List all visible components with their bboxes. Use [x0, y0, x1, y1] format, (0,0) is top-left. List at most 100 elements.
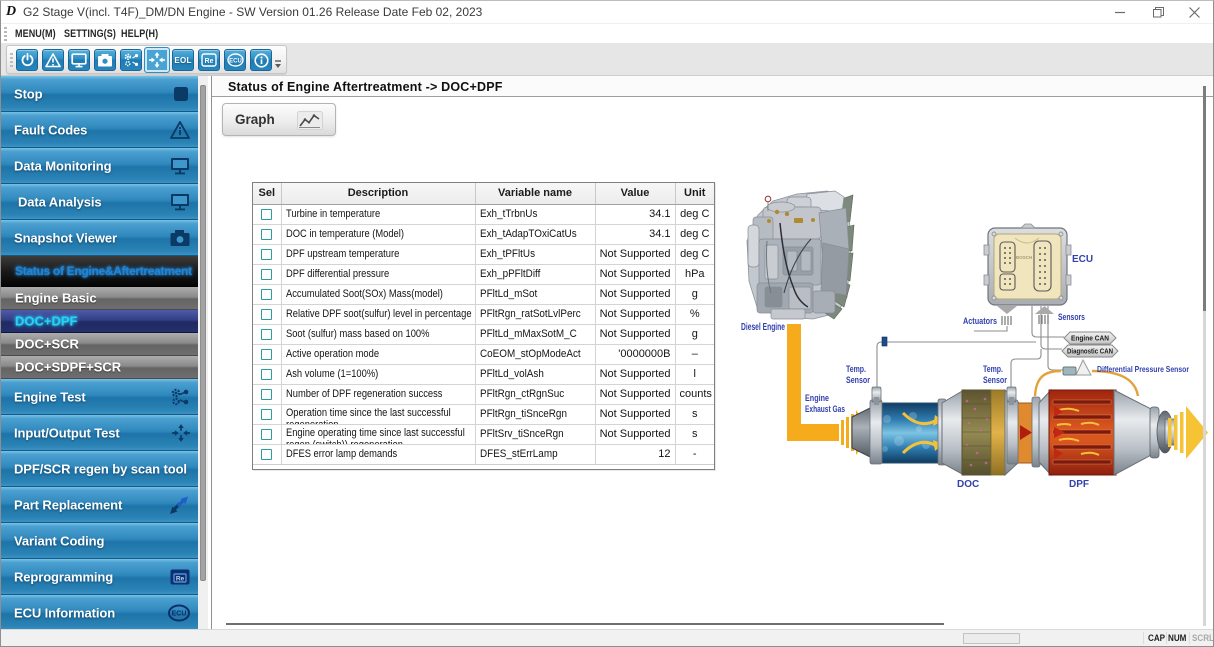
sidebar-item-variant-coding[interactable]: Variant Coding	[1, 523, 198, 559]
sidebar-item-input-output-test[interactable]: Input/Output Test	[1, 415, 198, 451]
content-vscrollbar-thumb[interactable]	[1203, 86, 1206, 311]
sidebar-item-doc-scr[interactable]: DOC+SCR	[1, 333, 198, 356]
sidebar-item-stop[interactable]: Stop	[1, 76, 198, 112]
toolbar-ecu-info-button[interactable]: ECU	[224, 49, 246, 71]
status-scrl-indicator: SCRL	[1192, 633, 1214, 644]
sidebar-group-label: Status of Engine&Aftertreatment	[15, 264, 192, 278]
toolbar-overflow-icon[interactable]	[274, 60, 282, 69]
menu-gripper[interactable]	[4, 27, 7, 41]
cell-unit: –	[675, 344, 714, 364]
sidebar-item-data-monitoring[interactable]: Data Monitoring	[1, 148, 198, 184]
sidebar-scrollbar-thumb[interactable]	[200, 85, 206, 581]
toolbar-info-button[interactable]	[250, 49, 272, 71]
monitor-icon	[169, 156, 191, 176]
cell-unit: s	[675, 424, 714, 444]
sidebar-scrollbar[interactable]	[198, 76, 208, 631]
sidebar-group-status-of-engine[interactable]: Status of Engine&Aftertreatment	[1, 256, 198, 287]
table-row: Ash volume (1=100%) PFltLd_volAsh Not Su…	[253, 364, 714, 384]
sensor-pins	[1039, 315, 1048, 324]
cell-value: '0000000B	[595, 344, 675, 364]
table-row: Engine operating time since last success…	[253, 424, 714, 444]
sidebar-item-data-analysis[interactable]: Data Analysis	[1, 184, 198, 220]
cell-variable: Exh_tPFltUs	[475, 244, 595, 264]
cell-description: DOC in temperature (Model)	[281, 224, 475, 244]
sidebar-item-dpf-scr-regen[interactable]: DPF/SCR regen by scan tool	[1, 451, 198, 487]
cell-variable: PFltSrv_tiSnceRgn	[475, 424, 595, 444]
row-checkbox[interactable]	[261, 289, 272, 300]
content-hscrollbar-thumb[interactable]	[226, 623, 944, 625]
row-checkbox[interactable]	[261, 229, 272, 240]
sidebar-item-engine-basic[interactable]: Engine Basic	[1, 287, 198, 310]
row-checkbox[interactable]	[261, 209, 272, 220]
aftertreatment-diagram: BOSCH	[729, 181, 1214, 501]
warning-triangle-icon	[45, 53, 61, 68]
minimize-button[interactable]	[1103, 1, 1137, 23]
row-checkbox[interactable]	[261, 329, 272, 340]
sidebar-item-snapshot-viewer[interactable]: Snapshot Viewer	[1, 220, 198, 256]
cell-value: Not Supported	[595, 244, 675, 264]
move-arrows-icon	[148, 51, 166, 69]
row-checkbox[interactable]	[261, 269, 272, 280]
table-row: DOC in temperature (Model) Exh_tAdapTOxi…	[253, 224, 714, 244]
temp-sensor-2-label2: Sensor	[983, 375, 1007, 385]
diff-pressure-label: Differential Pressure Sensor	[1097, 364, 1190, 374]
sidebar-item-engine-test[interactable]: Engine Test	[1, 379, 198, 415]
toolbar-io-test-button[interactable]	[144, 47, 170, 73]
toolbar-gripper[interactable]	[10, 53, 13, 68]
menu-item-setting[interactable]: SETTING(S)	[64, 28, 116, 40]
restore-icon	[1153, 7, 1164, 18]
exhaust-gas-label: Engine	[805, 393, 829, 403]
sidebar-item-label: Data Analysis	[18, 194, 101, 209]
sidebar-item-fault-codes[interactable]: Fault Codes	[1, 112, 198, 148]
col-header-value[interactable]: Value	[595, 183, 675, 204]
col-header-sel[interactable]: Sel	[253, 183, 281, 204]
cell-value: Not Supported	[595, 384, 675, 404]
row-checkbox[interactable]	[261, 249, 272, 260]
row-checkbox[interactable]	[261, 449, 272, 460]
reprogram-icon: Re	[169, 568, 191, 586]
svg-text:Re: Re	[205, 58, 214, 65]
exhaust-gas-label2: Exhaust Gas	[805, 404, 845, 414]
temp-sensor-2-label: Temp.	[983, 364, 1003, 374]
row-checkbox[interactable]	[261, 429, 272, 440]
doc-label: DOC	[957, 479, 979, 490]
cell-description: DPF upstream temperature	[281, 244, 475, 264]
window-title: G2 Stage V(incl. T4F)_DM/DN Engine - SW …	[23, 5, 482, 19]
sidebar-item-label: Variant Coding	[14, 533, 104, 548]
menu-item-menu[interactable]: MENU(M)	[15, 28, 56, 40]
toolbar-snapshot-button[interactable]	[94, 49, 116, 71]
svg-text:ECU: ECU	[229, 58, 242, 64]
row-checkbox[interactable]	[261, 409, 272, 420]
eol-icon: EOL	[174, 56, 191, 65]
col-header-variable-name[interactable]: Variable name	[475, 183, 595, 204]
row-checkbox[interactable]	[261, 349, 272, 360]
toolbar-fault-codes-button[interactable]	[42, 49, 64, 71]
toolbar-engine-test-button[interactable]	[120, 49, 142, 71]
col-header-description[interactable]: Description	[281, 183, 475, 204]
toolbar-data-monitoring-button[interactable]	[68, 49, 90, 71]
cell-value: Not Supported	[595, 304, 675, 324]
toolbar-eol-button[interactable]: EOL	[172, 49, 194, 71]
graph-button[interactable]: Graph	[222, 103, 336, 136]
toolbar-reprogramming-button[interactable]: Re	[198, 49, 220, 71]
restore-button[interactable]	[1141, 1, 1175, 23]
sidebar-item-label: DOC+SCR	[15, 337, 79, 352]
sidebar-item-reprogramming[interactable]: Reprogramming Re	[1, 559, 198, 595]
menu-item-help[interactable]: HELP(H)	[121, 28, 158, 40]
row-checkbox[interactable]	[261, 389, 272, 400]
camera-icon	[97, 53, 113, 68]
row-checkbox[interactable]	[261, 369, 272, 380]
cell-variable: Exh_tTrbnUs	[475, 204, 595, 224]
move-arrows-icon	[171, 423, 191, 443]
toolbar-power-button[interactable]	[16, 49, 38, 71]
sidebar-item-ecu-information[interactable]: ECU Information ECU	[1, 595, 198, 631]
cell-unit: deg C	[675, 204, 714, 224]
sidebar-item-doc-sdpf-scr[interactable]: DOC+SDPF+SCR	[1, 356, 198, 379]
table-row: Soot (sulfur) mass based on 100% PFltLd_…	[253, 324, 714, 344]
col-header-unit[interactable]: Unit	[675, 183, 714, 204]
row-checkbox[interactable]	[261, 309, 272, 320]
close-button[interactable]	[1177, 1, 1211, 23]
sidebar-item-part-replacement[interactable]: Part Replacement	[1, 487, 198, 523]
ecu-icon: ECU	[227, 53, 244, 67]
sidebar-item-doc-dpf[interactable]: DOC+DPF	[1, 310, 198, 333]
